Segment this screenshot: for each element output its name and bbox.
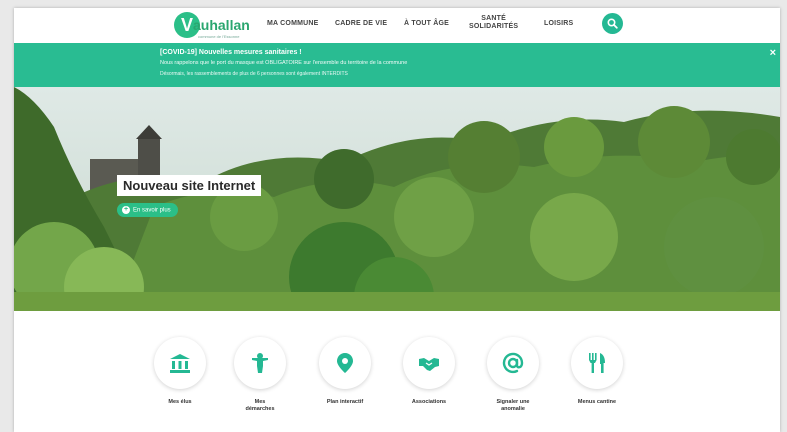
person-icon <box>252 353 268 373</box>
learn-more-label: En savoir plus <box>133 207 171 214</box>
quick-link-mes-demarches[interactable]: Mes démarches <box>229 337 291 413</box>
logo-tagline: commune de l'Essonne <box>198 34 240 39</box>
quick-link-label: Mes élus <box>168 399 192 405</box>
quick-link-label: Associations <box>411 399 447 405</box>
quick-link-menus-cantine[interactable]: Menus cantine <box>566 337 628 406</box>
covid-alert-banner: [COVID-19] Nouvelles mesures sanitaires … <box>14 43 780 87</box>
close-icon[interactable]: × <box>770 47 776 59</box>
hero-title: Nouveau site Internet <box>117 175 262 196</box>
quick-links: Mes élus Mes démarches Plan interactif A… <box>14 311 780 432</box>
hero-landscape-image <box>14 87 780 311</box>
nav-sante-solidarites[interactable]: SANTÉ SOLIDARITÉS <box>469 15 518 31</box>
quick-link-label: Signaler une anomalie <box>496 399 530 412</box>
logo-name: auhallan <box>193 17 250 33</box>
quick-link-label: Plan interactif <box>326 399 364 405</box>
nav-a-tout-age[interactable]: À TOUT ÂGE <box>404 20 449 27</box>
browser-page: V auhallan commune de l'Essonne MA COMMU… <box>14 8 780 432</box>
search-icon <box>607 18 618 29</box>
quick-link-associations[interactable]: Associations <box>398 337 460 406</box>
map-pin-icon <box>337 353 353 373</box>
alert-line-mask: Nous rappelons que le port du masque est… <box>160 60 408 66</box>
nav-ma-commune[interactable]: MA COMMUNE <box>267 20 319 27</box>
alert-line-gatherings: Désormais, les rassemblements de plus de… <box>160 71 348 77</box>
hero-banner: Nouveau site Internet + En savoir plus <box>14 87 780 311</box>
site-header: V auhallan commune de l'Essonne MA COMMU… <box>14 8 780 43</box>
at-icon <box>502 352 524 374</box>
nav-cadre-de-vie[interactable]: CADRE DE VIE <box>335 20 387 27</box>
site-logo[interactable]: V auhallan commune de l'Essonne <box>174 12 250 40</box>
handshake-icon <box>419 358 439 371</box>
learn-more-button[interactable]: + En savoir plus <box>117 203 178 217</box>
cutlery-icon <box>589 353 605 373</box>
alert-title: [COVID-19] Nouvelles mesures sanitaires … <box>160 49 302 56</box>
quick-link-mes-elus[interactable]: Mes élus <box>149 337 211 406</box>
institution-icon <box>170 354 190 373</box>
plus-icon: + <box>122 206 130 214</box>
quick-link-label: Menus cantine <box>577 399 617 405</box>
search-button[interactable] <box>602 13 623 34</box>
quick-link-signaler-anomalie[interactable]: Signaler une anomalie <box>482 337 544 413</box>
quick-link-label: Mes démarches <box>245 399 275 412</box>
nav-loisirs[interactable]: LOISIRS <box>544 20 573 27</box>
quick-link-plan-interactif[interactable]: Plan interactif <box>314 337 376 406</box>
